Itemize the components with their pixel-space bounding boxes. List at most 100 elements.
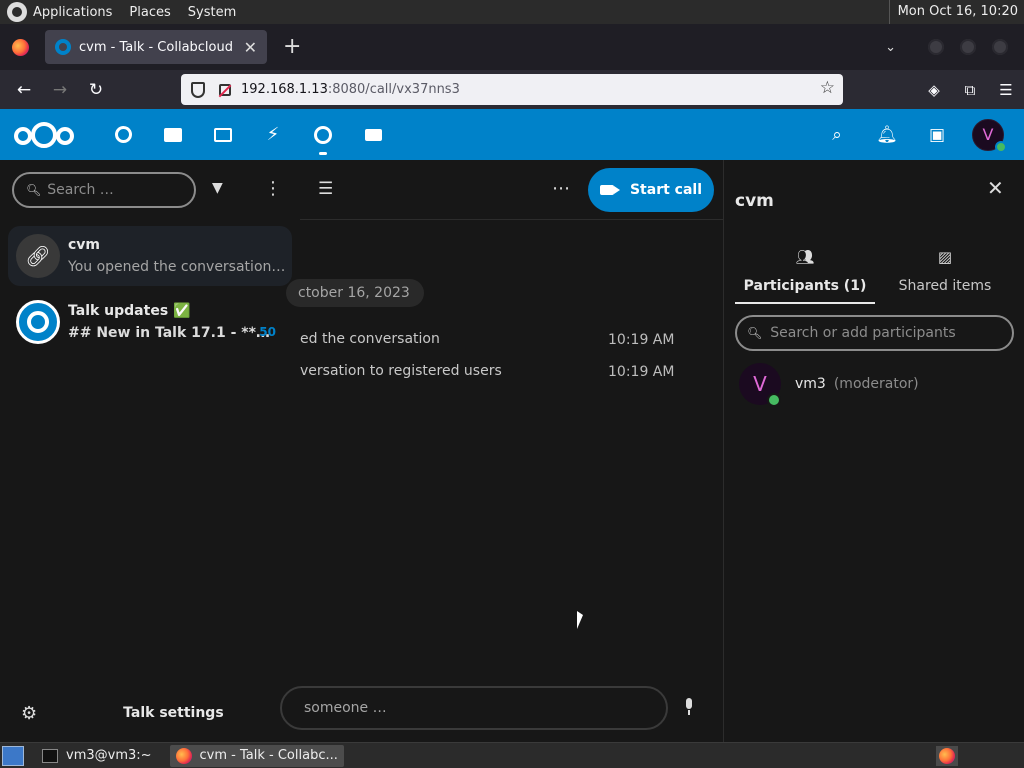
- talk-app-icon[interactable]: [298, 109, 348, 160]
- insecure-connection-lock-icon[interactable]: [219, 83, 231, 96]
- navigation-toolbar: ← → ↻ 192.168.1.13:8080/call/vx37nns3 ☆ …: [0, 70, 1024, 109]
- taskbar-terminal-window[interactable]: vm3@vm3:~: [36, 745, 158, 767]
- mail-app-icon[interactable]: [348, 109, 398, 160]
- minimize-window-button[interactable]: [928, 39, 944, 55]
- gear-icon: ⚙: [21, 702, 38, 724]
- participant-avatar: V: [739, 363, 781, 407]
- search-icon: 🔍︎: [26, 183, 42, 197]
- firefox-icon: [939, 748, 955, 764]
- conversation-list-sidebar: 🔍︎ Search … ▼ ⋮ 🔗︎ cvm You opened the co…: [0, 160, 300, 742]
- forward-button[interactable]: →: [42, 80, 78, 100]
- conversation-last-message: You opened the conversation t…: [68, 259, 288, 275]
- message-time: 10:19 AM: [608, 332, 675, 348]
- maximize-window-button[interactable]: [960, 39, 976, 55]
- start-call-button[interactable]: Start call: [588, 168, 714, 212]
- url-path: :8080/call/vx37nns3: [327, 82, 460, 97]
- firefox-view-icon[interactable]: [12, 38, 29, 56]
- system-menu[interactable]: System: [188, 5, 236, 20]
- list-all-tabs-button[interactable]: ⌄: [885, 40, 896, 55]
- mouse-cursor-icon: [577, 611, 583, 629]
- participant-name: vm3: [795, 376, 826, 392]
- toggle-navigation-icon[interactable]: ☰: [318, 179, 333, 199]
- gnome-top-panel: Applications Places System Mon Oct 16, 1…: [0, 0, 1024, 24]
- people-icon: 👥︎: [795, 248, 815, 266]
- unread-count-badge: 50: [259, 325, 276, 339]
- url-bar[interactable]: 192.168.1.13:8080/call/vx37nns3 ☆: [181, 74, 843, 105]
- dashboard-app-icon[interactable]: [98, 109, 148, 160]
- pocket-icon[interactable]: ◈: [916, 81, 952, 99]
- close-sidebar-icon[interactable]: ✕: [987, 176, 1004, 200]
- close-window-button[interactable]: [992, 39, 1008, 55]
- close-tab-icon[interactable]: ✕: [244, 38, 257, 57]
- applications-menu[interactable]: Applications: [33, 5, 112, 20]
- back-button[interactable]: ←: [6, 80, 42, 100]
- places-menu[interactable]: Places: [129, 5, 170, 20]
- tab-participants[interactable]: 👥︎ Participants (1): [735, 248, 875, 304]
- bookmark-star-icon[interactable]: ☆: [820, 78, 835, 98]
- online-status-icon: [767, 393, 781, 407]
- browser-tab[interactable]: cvm - Talk - Collabcloud ✕: [45, 30, 267, 64]
- photos-app-icon[interactable]: [198, 109, 248, 160]
- message-time: 10:19 AM: [608, 364, 675, 380]
- video-camera-icon: [599, 185, 620, 195]
- conversation-search-input[interactable]: 🔍︎ Search …: [12, 172, 196, 208]
- link-icon: 🔗︎: [16, 234, 60, 278]
- conversation-last-message: ## New in Talk 17.1 - **…: [68, 325, 270, 341]
- message-input-placeholder: someone …: [304, 700, 387, 716]
- bottom-taskbar: vm3@vm3:~ cvm - Talk - Collabc...: [0, 742, 1024, 768]
- online-status-icon: [995, 140, 1007, 153]
- participant-avatar-initial: V: [753, 372, 767, 396]
- files-app-icon[interactable]: [148, 109, 198, 160]
- taskbar-firefox-label: cvm - Talk - Collabc...: [199, 748, 338, 763]
- conversation-search-placeholder: Search …: [47, 182, 114, 198]
- search-icon: 🔍︎: [747, 326, 763, 340]
- new-tab-button[interactable]: +: [283, 36, 301, 58]
- chat-view: ☰ ⋯ Start call ctober 16, 2023 ed the co…: [280, 160, 724, 742]
- sidebar-title: cvm: [735, 191, 774, 211]
- firefox-icon: [175, 747, 192, 764]
- message-input[interactable]: someone …: [280, 686, 668, 730]
- more-actions-icon[interactable]: ⋮: [264, 178, 282, 199]
- nextcloud-logo[interactable]: [14, 121, 76, 148]
- tab-shared-items-label: Shared items: [898, 278, 992, 294]
- clock[interactable]: Mon Oct 16, 10:20: [888, 0, 1024, 24]
- chat-top-bar: ☰ ⋯ Start call: [300, 160, 724, 220]
- conversation-actions-icon[interactable]: ⋯: [552, 178, 570, 199]
- user-avatar-initial: V: [982, 125, 994, 144]
- tab-shared-items[interactable]: ▨ Shared items: [875, 248, 1015, 294]
- nextcloud-header: ⚡ ⌕ 🔔︎ ▣ V: [0, 109, 1024, 160]
- gnome-foot-icon[interactable]: [7, 2, 27, 22]
- taskbar-firefox-window[interactable]: cvm - Talk - Collabc...: [169, 744, 344, 767]
- extensions-icon[interactable]: ⧉: [952, 81, 988, 99]
- participant-row[interactable]: V vm3 (moderator): [739, 362, 1009, 407]
- conversation-item-cvm[interactable]: 🔗︎ cvm You opened the conversation t…: [8, 226, 292, 286]
- conversation-name: Talk updates ✅: [68, 303, 191, 319]
- participant-search-input[interactable]: 🔍︎ Search or add participants: [735, 315, 1014, 351]
- url-host: 192.168.1.13: [241, 82, 328, 97]
- user-avatar[interactable]: V: [972, 118, 1007, 153]
- tracking-protection-shield-icon[interactable]: [191, 81, 205, 98]
- unified-search-icon[interactable]: ⌕: [812, 125, 862, 145]
- talk-icon: [16, 300, 60, 344]
- talk-favicon-icon: [55, 39, 71, 55]
- hamburger-menu-icon[interactable]: ☰: [988, 81, 1024, 99]
- conversation-details-sidebar: cvm ✕ 👥︎ Participants (1) ▨ Shared items…: [725, 160, 1024, 742]
- tab-title: cvm - Talk - Collabcloud: [79, 39, 233, 55]
- contacts-icon[interactable]: ▣: [912, 125, 962, 145]
- workspace-switcher[interactable]: [936, 746, 958, 766]
- notifications-bell-icon[interactable]: 🔔︎: [862, 125, 912, 145]
- activity-app-icon[interactable]: ⚡: [248, 109, 298, 160]
- show-desktop-button[interactable]: [2, 745, 24, 766]
- terminal-icon: [42, 748, 58, 763]
- talk-settings-button[interactable]: ⚙ Talk settings: [0, 684, 300, 742]
- conversation-item-talk-updates[interactable]: Talk updates ✅ ## New in Talk 17.1 - **……: [8, 292, 292, 352]
- date-separator: ctober 16, 2023: [286, 279, 424, 307]
- image-multiple-icon: ▨: [937, 248, 953, 266]
- browser-tab-bar: cvm - Talk - Collabcloud ✕ + ⌄: [0, 24, 1024, 70]
- start-call-label: Start call: [629, 182, 703, 198]
- filter-icon[interactable]: ▼: [212, 180, 223, 196]
- reload-button[interactable]: ↻: [78, 80, 114, 100]
- microphone-icon[interactable]: [682, 698, 696, 716]
- talk-settings-label: Talk settings: [123, 705, 224, 721]
- participant-role: (moderator): [833, 376, 919, 392]
